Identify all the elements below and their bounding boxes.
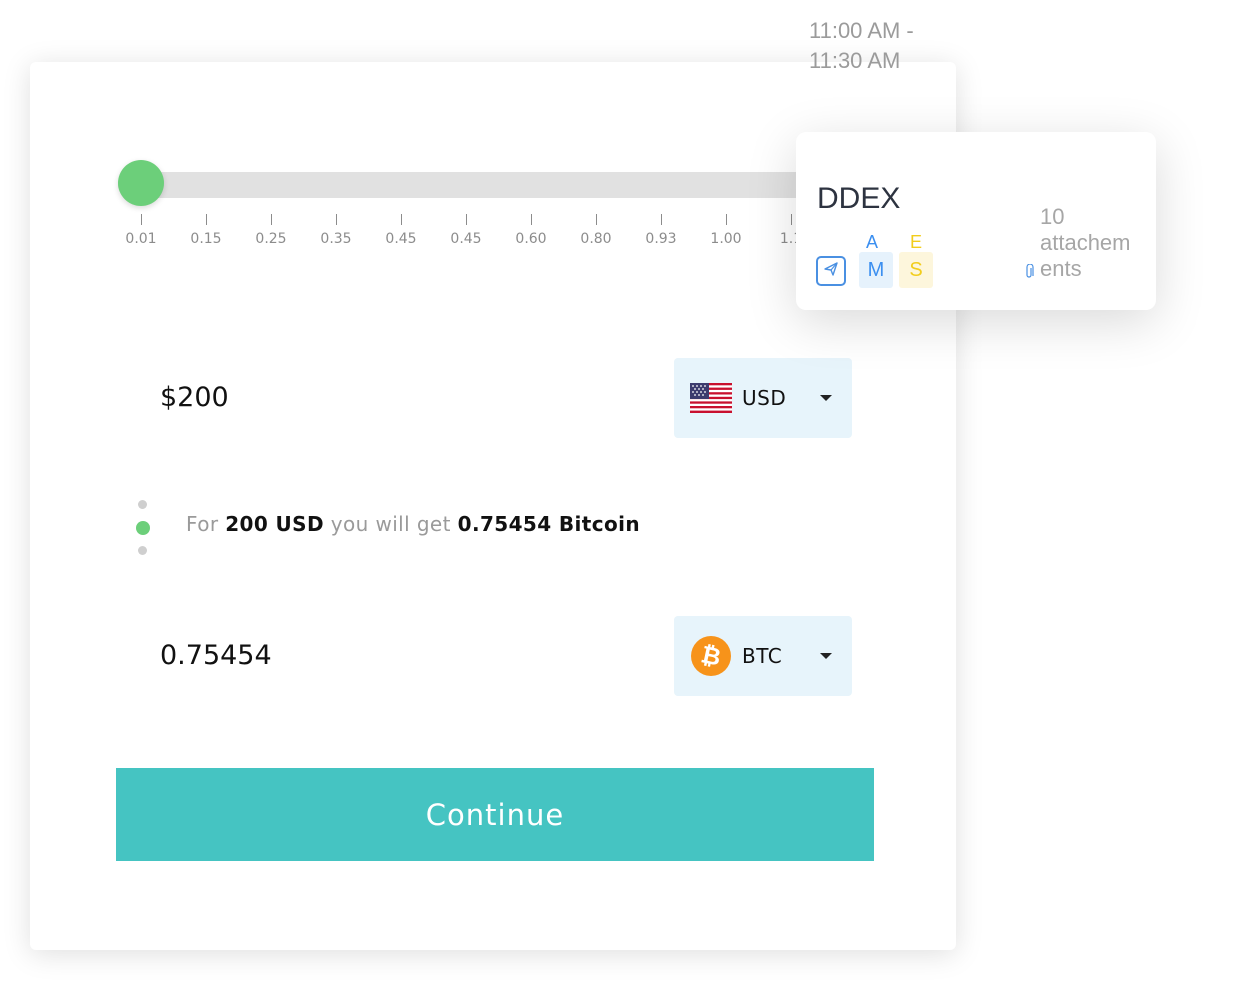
slider-tick-label: 0.45 xyxy=(450,231,482,247)
event-title: DDEX xyxy=(817,182,901,215)
rate-from-value: 200 USD xyxy=(225,512,324,536)
step-dot-active xyxy=(136,521,150,535)
slider-tick-label: 0.60 xyxy=(515,231,547,247)
exchange-rate-text: For 200 USD you will get 0.75454 Bitcoin xyxy=(186,512,640,536)
slider-tick: 0.15 xyxy=(176,214,236,247)
slider-tick: 0.93 xyxy=(631,214,691,247)
event-time: 11:00 AM - 11:30 AM xyxy=(809,16,914,76)
slider-tick: 0.80 xyxy=(566,214,626,247)
chevron-down-icon xyxy=(820,395,832,401)
step-dot xyxy=(138,546,147,555)
avatar[interactable]: M xyxy=(859,252,893,288)
slider-tick-label: 0.15 xyxy=(190,231,222,247)
slider-tick-label: 0.01 xyxy=(125,231,157,247)
slider-tick-label: 0.25 xyxy=(255,231,287,247)
slider-tick-label: 0.80 xyxy=(580,231,612,247)
slider-tick: 1.00 xyxy=(696,214,756,247)
avatar-initial: A xyxy=(866,232,879,252)
avatar[interactable]: S xyxy=(899,252,933,288)
bitcoin-icon: ₿ xyxy=(690,636,732,676)
rate-middle: you will get xyxy=(330,512,451,536)
from-amount-input[interactable]: $200 xyxy=(160,382,229,413)
slider-tick: 0.25 xyxy=(241,214,301,247)
slider-tick: 0.45 xyxy=(371,214,431,247)
rate-prefix: For xyxy=(186,512,219,536)
send-icon xyxy=(823,261,839,282)
slider-tick-label: 0.93 xyxy=(645,231,677,247)
amount-slider-thumb[interactable] xyxy=(118,160,164,206)
send-button[interactable] xyxy=(816,256,846,286)
event-time-start: 11:00 AM - xyxy=(809,18,914,43)
slider-tick-label: 0.35 xyxy=(320,231,352,247)
rate-to-value: 0.75454 Bitcoin xyxy=(457,512,641,536)
slider-tick: 0.45 xyxy=(436,214,496,247)
avatar-initial: E xyxy=(910,232,923,252)
slider-tick-label: 0.45 xyxy=(385,231,417,247)
to-currency-code: BTC xyxy=(742,644,783,668)
from-currency-select[interactable]: USD xyxy=(674,358,852,438)
chevron-down-icon xyxy=(820,653,832,659)
from-currency-code: USD xyxy=(742,386,787,410)
slider-tick: 0.35 xyxy=(306,214,366,247)
to-currency-select[interactable]: ₿ BTC xyxy=(674,616,852,696)
attachments-line: ents xyxy=(1040,256,1082,281)
continue-button[interactable]: Continue xyxy=(116,768,874,861)
us-flag-icon xyxy=(690,382,732,414)
slider-tick-label: 1.00 xyxy=(710,231,742,247)
slider-tick: 0.01 xyxy=(111,214,171,247)
to-amount-input[interactable]: 0.75454 xyxy=(160,640,272,671)
slider-tick: 0.60 xyxy=(501,214,561,247)
event-time-end: 11:30 AM xyxy=(809,48,901,73)
paperclip-icon xyxy=(1024,263,1034,285)
attachments-line: 10 xyxy=(1040,204,1065,229)
event-card[interactable]: DDEX A M E S 10 attachem ents xyxy=(796,132,1156,310)
step-dot xyxy=(138,500,147,509)
attachments-count[interactable]: 10 attachem ents xyxy=(1040,204,1131,282)
attachments-line: attachem xyxy=(1040,230,1131,255)
